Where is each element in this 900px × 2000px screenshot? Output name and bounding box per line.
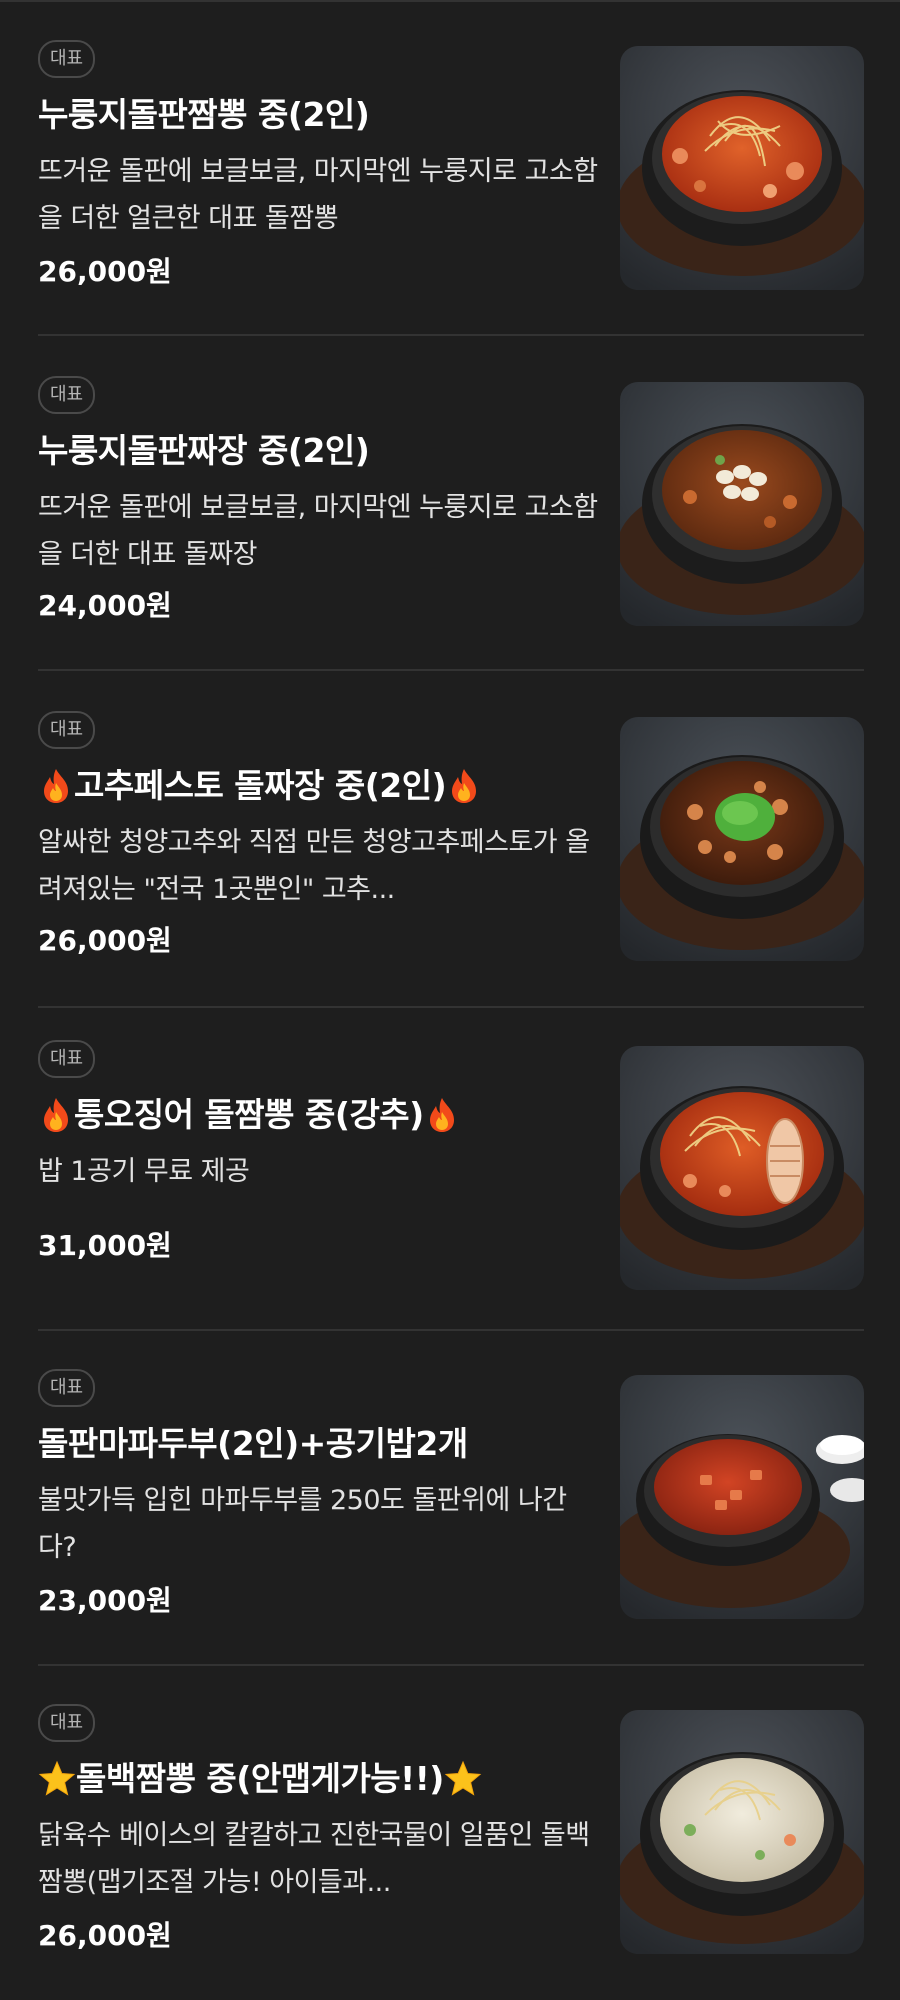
signature-badge: 대표 — [38, 1040, 96, 1078]
star-icon — [444, 1760, 482, 1798]
menu-item-name: 고추페스토 돌짜장 중(2인) — [38, 759, 598, 813]
signature-badge: 대표 — [38, 1704, 96, 1742]
menu-item-name-text: 누룽지돌판짜장 중(2인) — [38, 431, 370, 470]
star-icon — [38, 1760, 76, 1798]
menu-item-photo[interactable] — [620, 1375, 864, 1619]
signature-badge: 대표 — [38, 376, 96, 414]
menu-item[interactable]: 대표 돌판마파두부(2인)+공기밥2개 불맛가득 입힌 마파두부를 250도 돌… — [38, 1327, 864, 1661]
menu-item-description: 뜨거운 돌판에 보글보글, 마지막엔 누룽지로 고소함을 더한 대표 돌짜장 — [38, 492, 598, 570]
menu-item-description: 밥 1공기 무료 제공 — [38, 1156, 250, 1187]
menu-item[interactable]: 대표 통오징어 돌짬뽕 중(강추) 밥 1공기 무료 제공 31,000원 — [38, 1000, 864, 1334]
menu-item-name: 돌판마파두부(2인)+공기밥2개 — [38, 1417, 598, 1471]
menu-item-photo[interactable] — [620, 717, 864, 961]
menu-item-photo[interactable] — [620, 1046, 864, 1290]
menu-item-name: 통오징어 돌짬뽕 중(강추) — [38, 1088, 598, 1142]
menu-item-name: 누룽지돌판짬뽕 중(2인) — [38, 88, 598, 142]
fire-icon — [38, 1096, 74, 1134]
menu-item-description: 알싸한 청양고추와 직접 만든 청양고추페스토가 올려져있는 "전국 1곳뿐인"… — [38, 827, 590, 905]
fire-icon — [446, 767, 482, 805]
menu-item-name-text: 누룽지돌판짬뽕 중(2인) — [38, 95, 370, 134]
menu-item-price: 26,000원 — [38, 1919, 172, 1952]
menu-item-photo[interactable] — [620, 46, 864, 290]
menu-item[interactable]: 대표 고추페스토 돌짜장 중(2인) 알싸한 청양고추와 직접 만든 청양고추페… — [38, 671, 864, 1005]
menu-item-name: 누룽지돌판짜장 중(2인) — [38, 424, 598, 478]
menu-item-price: 24,000원 — [38, 589, 172, 622]
menu-item-name: 돌백짬뽕 중(안맵게가능!!) — [38, 1752, 598, 1806]
menu-item-description: 불맛가득 입힌 마파두부를 250도 돌판위에 나간다? — [38, 1485, 567, 1563]
menu-item-description: 뜨거운 돌판에 보글보글, 마지막엔 누룽지로 고소함을 더한 얼큰한 대표 돌… — [38, 156, 598, 234]
signature-badge: 대표 — [38, 1369, 96, 1407]
menu-item-name-text: 돌백짬뽕 중(안맵게가능!!) — [76, 1759, 444, 1798]
menu-item-price: 26,000원 — [38, 255, 172, 288]
menu-item-name-text: 돌판마파두부(2인)+공기밥2개 — [38, 1424, 468, 1463]
menu-item-photo[interactable] — [620, 1710, 864, 1954]
menu-item[interactable]: 대표 돌백짬뽕 중(안맵게가능!!) 닭육수 베이스의 칼칼하고 진한국물이 일… — [38, 1666, 864, 2000]
menu-item-price: 26,000원 — [38, 924, 172, 957]
signature-badge: 대표 — [38, 711, 96, 749]
menu-item-price: 23,000원 — [38, 1584, 172, 1617]
menu-item-price: 31,000원 — [38, 1229, 172, 1262]
menu-item[interactable]: 대표 누룽지돌판짬뽕 중(2인) 뜨거운 돌판에 보글보글, 마지막엔 누룽지로… — [38, 0, 864, 334]
menu-item-name-text: 통오징어 돌짬뽕 중(강추) — [74, 1095, 424, 1134]
menu-item-name-text: 고추페스토 돌짜장 중(2인) — [74, 766, 447, 805]
menu-item[interactable]: 대표 누룽지돌판짜장 중(2인) 뜨거운 돌판에 보글보글, 마지막엔 누룽지로… — [38, 336, 864, 670]
menu-item-photo[interactable] — [620, 382, 864, 626]
fire-icon — [424, 1096, 460, 1134]
menu-item-description: 닭육수 베이스의 칼칼하고 진한국물이 일품인 돌백짬뽕(맵기조절 가능! 아이… — [38, 1820, 590, 1898]
fire-icon — [38, 767, 74, 805]
signature-badge: 대표 — [38, 40, 96, 78]
